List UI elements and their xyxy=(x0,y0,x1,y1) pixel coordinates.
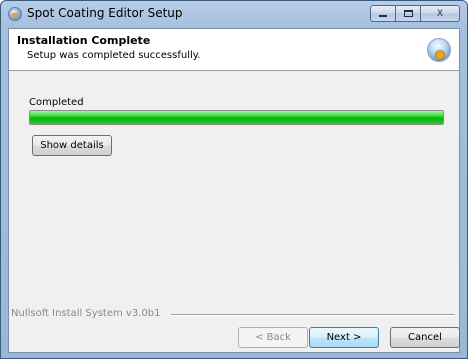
dialog-header: Installation Complete Setup was complete… xyxy=(9,29,459,71)
branding-text: Nullsoft Install System v3.0b1 xyxy=(11,308,161,319)
installer-app-icon xyxy=(8,7,22,21)
caption-buttons: X xyxy=(370,5,460,23)
next-button[interactable]: Next > xyxy=(309,327,379,348)
page-subtitle: Setup was completed successfully. xyxy=(27,50,201,61)
minimize-icon xyxy=(379,15,387,17)
progress-bar-fill xyxy=(30,111,443,124)
back-button[interactable]: < Back xyxy=(238,327,308,348)
window-title: Spot Coating Editor Setup xyxy=(27,6,183,20)
show-details-button[interactable]: Show details xyxy=(32,135,112,156)
branding-divider xyxy=(171,314,455,316)
progress-bar xyxy=(29,110,444,125)
cancel-button[interactable]: Cancel xyxy=(390,327,460,348)
minimize-button[interactable] xyxy=(370,5,396,22)
page-title: Installation Complete xyxy=(17,34,151,47)
maximize-icon xyxy=(403,10,413,17)
close-button[interactable]: X xyxy=(420,5,460,22)
installer-window: Spot Coating Editor Setup X Installation… xyxy=(0,0,468,359)
maximize-button[interactable] xyxy=(395,5,421,22)
progress-label: Completed xyxy=(29,97,84,108)
title-bar[interactable]: Spot Coating Editor Setup X xyxy=(1,1,467,27)
dialog-client-area: Installation Complete Setup was complete… xyxy=(8,28,460,353)
installer-logo-icon xyxy=(427,38,451,62)
close-icon: X xyxy=(436,8,444,19)
